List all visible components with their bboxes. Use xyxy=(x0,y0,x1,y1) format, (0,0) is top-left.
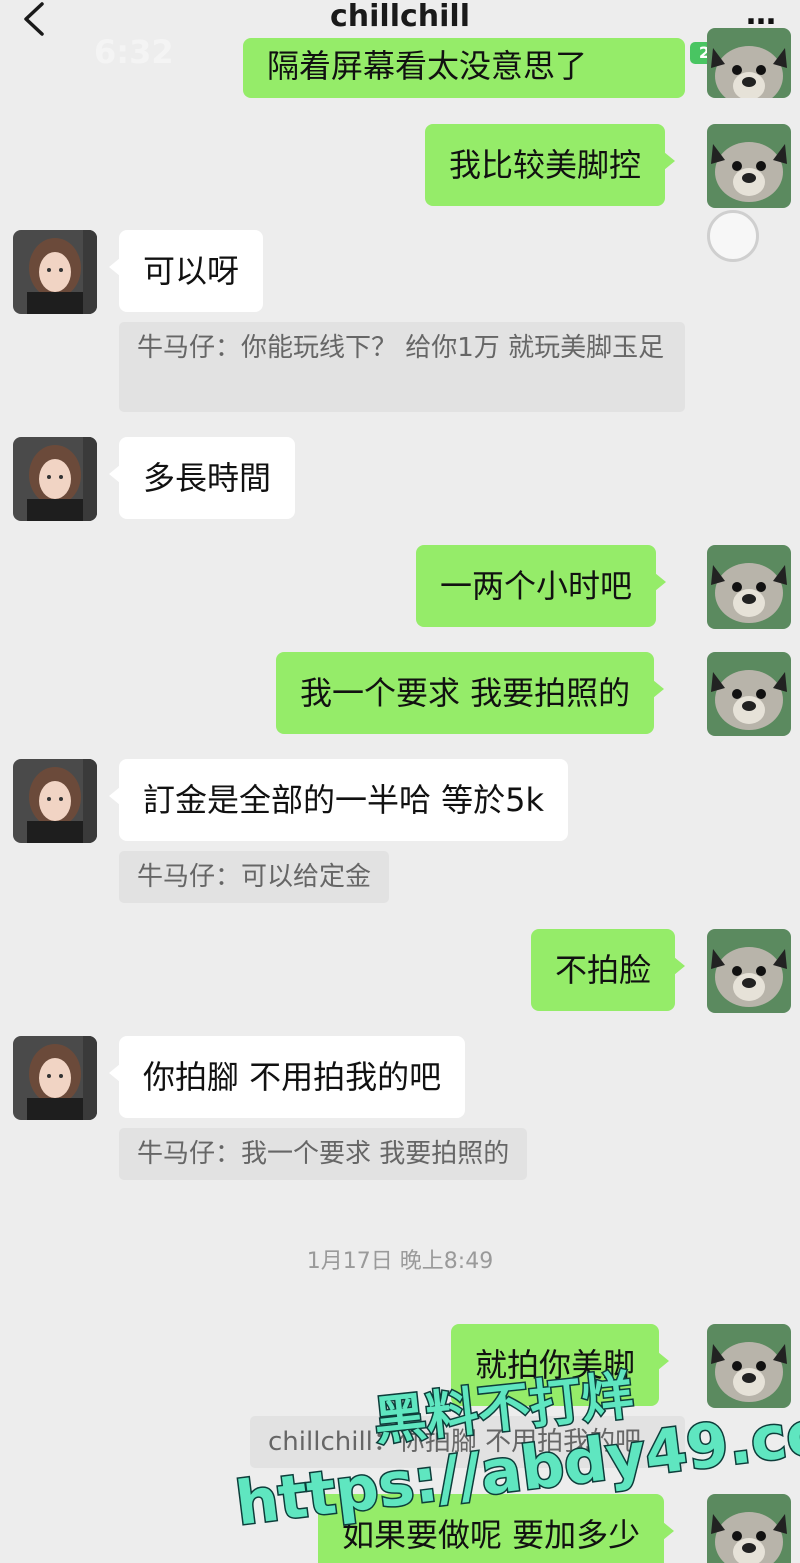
message-bubble-received[interactable]: 你拍腳 不用拍我的吧 xyxy=(108,1036,466,1118)
cat-avatar-icon xyxy=(707,929,791,1013)
message-text: 我比较美脚控 xyxy=(449,146,642,184)
message-bubble-sent[interactable]: 隔着屏幕看太没意思了 xyxy=(243,38,685,98)
cat-avatar-icon xyxy=(707,124,791,208)
contact-avatar[interactable] xyxy=(13,1036,97,1120)
message-text: 隔着屏幕看太没意思了 xyxy=(267,47,588,85)
quoted-reply[interactable]: 牛马仔：我一个要求 我要拍照的 xyxy=(119,1128,528,1180)
girl-avatar-icon xyxy=(13,759,97,843)
message-text: 多長時間 xyxy=(143,459,272,497)
message-bubble-received[interactable]: 訂金是全部的一半哈 等於5k xyxy=(108,759,569,841)
contact-avatar[interactable] xyxy=(13,759,97,843)
contact-avatar[interactable] xyxy=(13,437,97,521)
message-bubble-sent[interactable]: 不拍脸 xyxy=(531,929,686,1011)
my-avatar[interactable] xyxy=(707,545,791,629)
my-avatar[interactable] xyxy=(707,1494,791,1563)
cat-avatar-icon xyxy=(707,1494,791,1563)
message-text: 如果要做呢 要加多少 xyxy=(342,1516,641,1554)
status-time: 6:32 xyxy=(94,33,174,71)
message-bubble-sent[interactable]: 一两个小时吧 xyxy=(416,545,667,627)
quote-text: 牛马仔：可以给定金 xyxy=(137,862,372,892)
my-avatar[interactable] xyxy=(707,124,791,208)
girl-avatar-icon xyxy=(13,437,97,521)
girl-avatar-icon xyxy=(13,1036,97,1120)
message-text: 你拍腳 不用拍我的吧 xyxy=(143,1058,442,1096)
message-bubble-received[interactable]: 可以呀 xyxy=(108,230,264,312)
message-text: 我一个要求 我要拍照的 xyxy=(300,674,631,712)
cat-avatar-icon xyxy=(707,652,791,736)
message-bubble-sent[interactable]: 我一个要求 我要拍照的 xyxy=(276,652,665,734)
chat-timestamp: 1月17日 晚上8:49 xyxy=(306,1249,494,1274)
message-text: 一两个小时吧 xyxy=(440,567,633,605)
contact-avatar[interactable] xyxy=(13,230,97,314)
quote-text: 牛马仔：你能玩线下？ 给你1万 就玩美脚玉足 xyxy=(137,333,665,363)
my-avatar[interactable] xyxy=(707,28,791,98)
read-receipt-icon xyxy=(707,210,759,262)
quoted-reply[interactable]: 牛马仔：你能玩线下？ 给你1万 就玩美脚玉足 xyxy=(119,322,685,412)
my-avatar[interactable] xyxy=(707,1324,791,1408)
my-avatar[interactable] xyxy=(707,929,791,1013)
quoted-reply[interactable]: 牛马仔：可以给定金 xyxy=(119,851,390,903)
message-bubble-sent[interactable]: 我比较美脚控 xyxy=(425,124,676,206)
message-text: 可以呀 xyxy=(143,252,240,290)
my-avatar[interactable] xyxy=(707,652,791,736)
cat-avatar-icon xyxy=(707,28,791,98)
chat-title: chillchill xyxy=(330,0,470,34)
message-text: 不拍脸 xyxy=(555,951,652,989)
more-options-icon[interactable]: … xyxy=(746,0,778,30)
cat-avatar-icon xyxy=(707,1324,791,1408)
message-bubble-received[interactable]: 多長時間 xyxy=(108,437,296,519)
girl-avatar-icon xyxy=(13,230,97,314)
message-text: 訂金是全部的一半哈 等於5k xyxy=(143,781,545,819)
quote-text: 牛马仔：我一个要求 我要拍照的 xyxy=(137,1139,510,1169)
cat-avatar-icon xyxy=(707,545,791,629)
